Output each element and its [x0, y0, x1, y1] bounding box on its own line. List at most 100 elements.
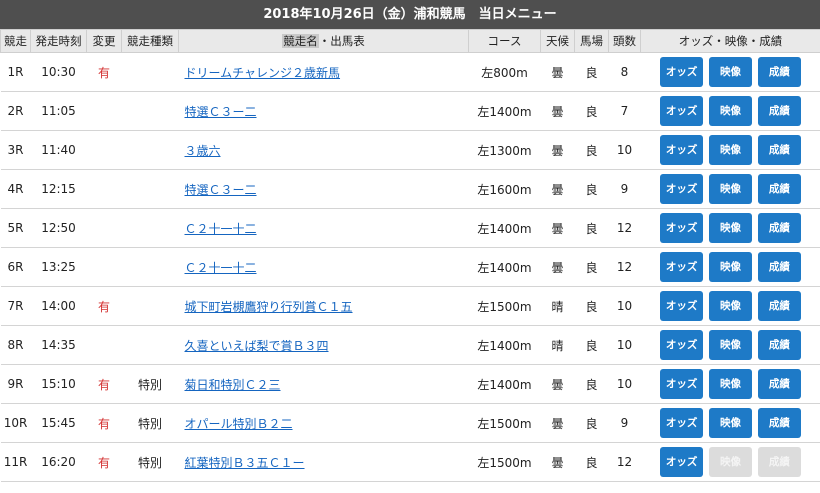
- race-type: [121, 52, 179, 92]
- odds-button[interactable]: オッズ: [660, 252, 704, 282]
- change-flag: [86, 91, 122, 131]
- race-name-link[interactable]: 紅葉特別Ｂ３五Ｃ１ー: [185, 456, 305, 470]
- video-button[interactable]: 映像: [709, 369, 752, 399]
- weather: 曇: [540, 403, 575, 443]
- odds-button[interactable]: オッズ: [660, 447, 704, 477]
- odds-button[interactable]: オッズ: [660, 57, 704, 87]
- horse-count: 12: [608, 208, 641, 248]
- header-entries: ・出馬表: [318, 34, 365, 48]
- course: 左1400m: [468, 364, 541, 404]
- results-button[interactable]: 成績: [757, 96, 801, 126]
- race-name-link[interactable]: ３歳六: [185, 144, 221, 158]
- odds-button[interactable]: オッズ: [660, 96, 704, 126]
- weather: 曇: [540, 169, 575, 209]
- video-button[interactable]: 映像: [709, 135, 752, 165]
- header-race-name-highlight: 競走名: [282, 34, 319, 48]
- links-cell: オッズ 映像 成績: [640, 208, 820, 248]
- horse-count: 12: [608, 247, 641, 287]
- track-condition: 良: [574, 130, 609, 170]
- race-type: [121, 325, 179, 365]
- race-type: 特別: [121, 442, 179, 482]
- results-button[interactable]: 成績: [757, 252, 801, 282]
- odds-button[interactable]: オッズ: [660, 174, 704, 204]
- change-flag: 有: [86, 364, 122, 404]
- race-row: 1R 10:30 有 ドリームチャレンジ２歳新馬 左800m 曇 良 8 オッズ…: [0, 52, 820, 92]
- change-flag: 有: [86, 52, 122, 92]
- weather: 曇: [540, 208, 575, 248]
- race-number: 6R: [0, 247, 31, 287]
- results-button[interactable]: 成績: [757, 135, 801, 165]
- results-button[interactable]: 成績: [757, 213, 801, 243]
- video-button[interactable]: 映像: [709, 330, 752, 360]
- header-race-type: 競走種類: [121, 29, 179, 53]
- race-number: 2R: [0, 91, 31, 131]
- change-flag: [86, 325, 122, 365]
- race-name-link[interactable]: 特選Ｃ３ー二: [185, 183, 257, 197]
- race-name-link[interactable]: ドリームチャレンジ２歳新馬: [185, 66, 341, 80]
- horse-count: 7: [608, 91, 641, 131]
- results-button[interactable]: 成績: [757, 291, 801, 321]
- video-button[interactable]: 映像: [709, 96, 752, 126]
- race-number: 11R: [0, 442, 31, 482]
- track-condition: 良: [574, 442, 609, 482]
- race-name-link[interactable]: 久喜といえば梨で賞Ｂ３四: [185, 339, 329, 353]
- track-condition: 良: [574, 52, 609, 92]
- video-button[interactable]: 映像: [709, 57, 752, 87]
- change-flag: [86, 247, 122, 287]
- odds-button[interactable]: オッズ: [660, 330, 704, 360]
- video-button[interactable]: 映像: [709, 252, 752, 282]
- video-button[interactable]: 映像: [709, 408, 752, 438]
- race-name-cell: Ｃ２十一十二: [178, 208, 469, 248]
- results-button[interactable]: 成績: [757, 174, 801, 204]
- race-row: 7R 14:00 有 城下町岩槻鷹狩り行列賞Ｃ１五 左1500m 晴 良 10 …: [0, 286, 820, 326]
- video-button[interactable]: 映像: [709, 213, 752, 243]
- results-button[interactable]: 成績: [757, 369, 801, 399]
- header-change: 変更: [86, 29, 122, 53]
- horse-count: 8: [608, 52, 641, 92]
- header-start-time: 発走時刻: [30, 29, 87, 53]
- results-button[interactable]: 成績: [757, 57, 801, 87]
- odds-button[interactable]: オッズ: [660, 291, 704, 321]
- race-name-link[interactable]: Ｃ２十一十二: [185, 261, 257, 275]
- race-type: [121, 169, 179, 209]
- race-type: 特別: [121, 364, 179, 404]
- odds-button[interactable]: オッズ: [660, 213, 704, 243]
- track-condition: 良: [574, 403, 609, 443]
- page-title: 2018年10月26日（金）浦和競馬 当日メニュー: [0, 0, 820, 29]
- odds-button[interactable]: オッズ: [660, 369, 704, 399]
- odds-button[interactable]: オッズ: [660, 408, 704, 438]
- race-number: 7R: [0, 286, 31, 326]
- course: 左800m: [468, 52, 541, 92]
- header-track: 馬場: [574, 29, 609, 53]
- track-condition: 良: [574, 325, 609, 365]
- race-name-link[interactable]: Ｃ２十一十二: [185, 222, 257, 236]
- weather: 曇: [540, 91, 575, 131]
- course: 左1500m: [468, 286, 541, 326]
- course: 左1500m: [468, 403, 541, 443]
- links-cell: オッズ 映像 成績: [640, 364, 820, 404]
- links-cell: オッズ 映像 成績: [640, 169, 820, 209]
- results-button[interactable]: 成績: [757, 330, 801, 360]
- video-button[interactable]: 映像: [709, 174, 752, 204]
- race-name-link[interactable]: 特選Ｃ３ー二: [185, 105, 257, 119]
- race-name-link[interactable]: 城下町岩槻鷹狩り行列賞Ｃ１五: [185, 300, 353, 314]
- video-button[interactable]: 映像: [709, 291, 752, 321]
- video-button: 映像: [709, 447, 752, 477]
- header-race-name: 競走名・出馬表: [178, 29, 469, 53]
- start-time: 15:10: [30, 364, 87, 404]
- start-time: 12:15: [30, 169, 87, 209]
- race-name-link[interactable]: オパール特別Ｂ２二: [185, 417, 293, 431]
- start-time: 14:35: [30, 325, 87, 365]
- results-button[interactable]: 成績: [757, 408, 801, 438]
- race-number: 3R: [0, 130, 31, 170]
- links-cell: オッズ 映像 成績: [640, 286, 820, 326]
- links-cell: オッズ 映像 成績: [640, 91, 820, 131]
- race-row: 4R 12:15 特選Ｃ３ー二 左1600m 曇 良 9 オッズ 映像 成績: [0, 169, 820, 209]
- course: 左1400m: [468, 247, 541, 287]
- links-cell: オッズ 映像 成績: [640, 52, 820, 92]
- odds-button[interactable]: オッズ: [660, 135, 704, 165]
- change-flag: 有: [86, 403, 122, 443]
- race-name-link[interactable]: 菊日和特別Ｃ２三: [185, 378, 281, 392]
- start-time: 16:20: [30, 442, 87, 482]
- race-type: [121, 91, 179, 131]
